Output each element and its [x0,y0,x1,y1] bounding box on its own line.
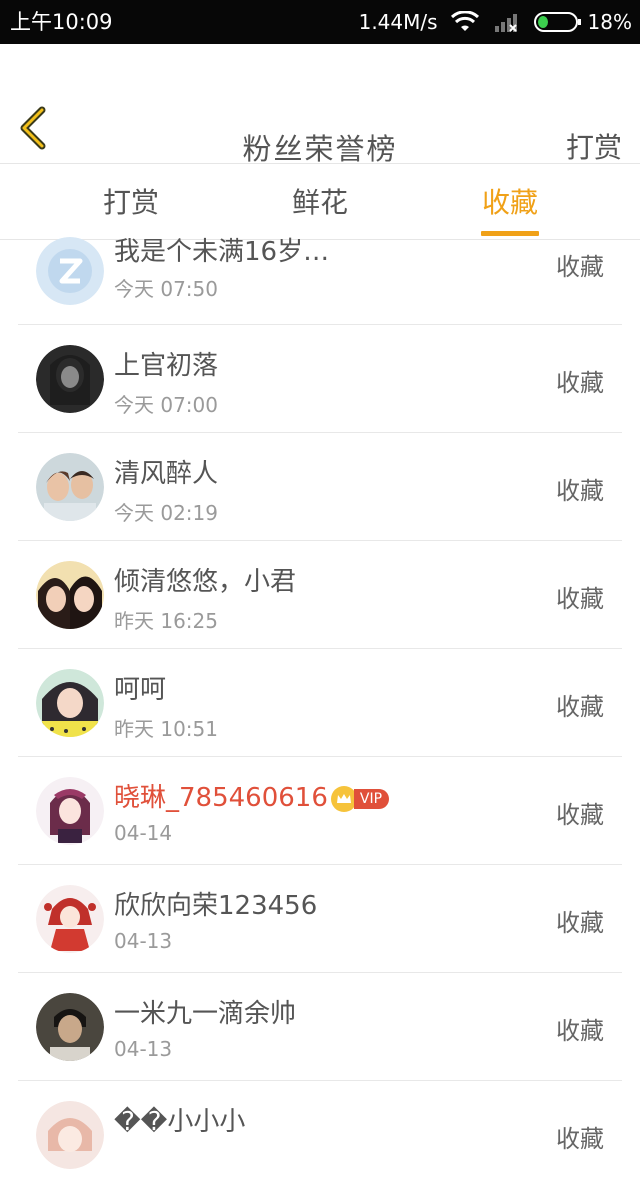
favorite-label: 收藏 [556,253,604,281]
favorite-label: 收藏 [556,369,604,397]
avatar [36,993,104,1061]
user-name: 呵呵 [114,675,167,705]
avatar [36,777,104,845]
list-item[interactable]: 我是个未满16岁… 今天 07:50 收藏 [18,217,622,325]
favorite-label: 收藏 [556,585,604,613]
list-item[interactable]: 晓琳_785460616 VIP 04-14 收藏 [18,757,622,865]
status-time: 上午10:09 [10,10,113,34]
list-item[interactable]: 欣欣向荣123456 04-13 收藏 [18,865,622,973]
favorite-label: 收藏 [556,801,604,829]
status-bar: 上午10:09 1.44M/s 18% [0,0,640,44]
reward-button[interactable]: 打赏 [566,126,622,166]
user-name: 我是个未满16岁… [114,237,330,267]
user-name: 欣欣向荣123456 [114,891,318,921]
timestamp: 04-13 [114,929,173,953]
network-speed: 1.44M/s [358,10,438,34]
status-right: 1.44M/s 18% [359,0,632,44]
user-name: ��小小小 [114,1107,246,1137]
user-name: 倾清悠悠，小君 [114,567,297,597]
vip-badge: VIP [353,788,390,809]
favorite-label: 收藏 [556,477,604,505]
timestamp: 04-13 [114,1037,173,1061]
list-item[interactable]: 倾清悠悠，小君 昨天 16:25 收藏 [18,541,622,649]
favorite-label: 收藏 [556,1125,604,1153]
timestamp: 昨天 10:51 [114,717,218,741]
avatar [36,561,104,629]
list-item[interactable]: 上官初落 今天 07:00 收藏 [18,325,622,433]
timestamp: 今天 07:00 [114,393,218,417]
favorite-label: 收藏 [556,693,604,721]
timestamp: 昨天 16:25 [114,609,218,633]
avatar [36,453,104,521]
user-name: 清风醉人 [114,459,219,489]
user-name: 晓琳_785460616 VIP [114,777,390,814]
user-name: 一米九一滴余帅 [114,999,297,1029]
battery-percent: 18% [587,10,632,34]
signal-icon [494,14,517,32]
list-item[interactable]: 一米九一滴余帅 04-13 收藏 [18,973,622,1081]
user-name-text: 晓琳_785460616 [114,783,328,813]
avatar [36,237,104,305]
timestamp: 今天 02:19 [114,501,218,525]
timestamp: 今天 07:50 [114,277,218,301]
top-header: 粉丝荣誉榜 打赏 [0,44,640,166]
list-item[interactable]: 呵呵 昨天 10:51 收藏 [18,649,622,757]
battery-icon [533,12,581,32]
avatar [36,345,104,413]
wifi-icon [450,11,479,31]
timestamp: 04-14 [114,821,173,845]
avatar [36,669,104,737]
list-item[interactable]: ��小小小 收藏 [18,1081,622,1189]
avatar [36,885,104,953]
avatar [36,1101,104,1169]
user-name: 上官初落 [114,351,219,381]
list-item[interactable]: 清风醉人 今天 02:19 收藏 [18,433,622,541]
favorite-label: 收藏 [556,909,604,937]
favorite-label: 收藏 [556,1017,604,1045]
page-title: 粉丝荣誉榜 [242,132,398,166]
